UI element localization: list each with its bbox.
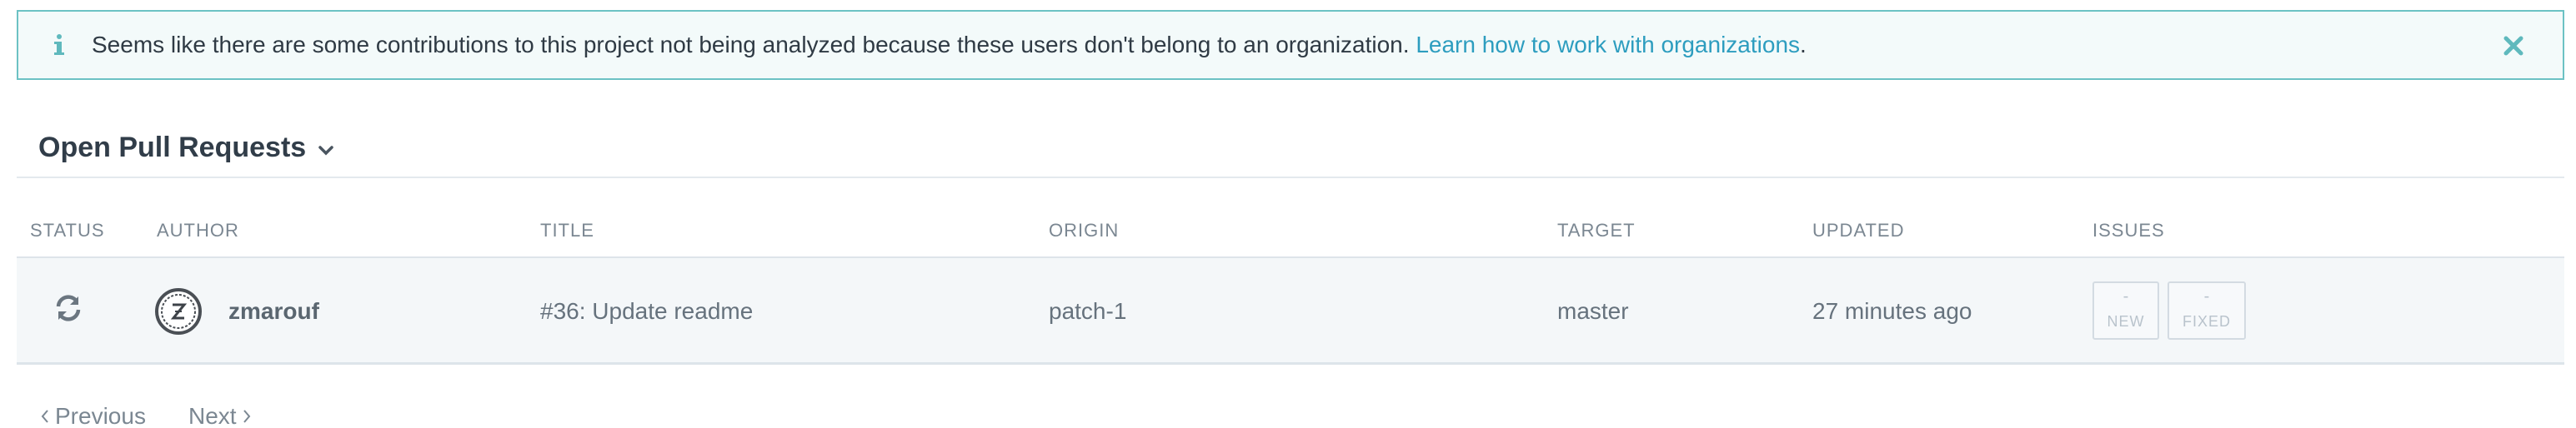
banner-suffix: . — [1800, 32, 1807, 57]
avatar-emblem-icon — [161, 294, 196, 329]
issues-new-badge[interactable]: - NEW — [2092, 281, 2159, 340]
next-page-button[interactable]: Next — [188, 403, 252, 428]
section-divider — [17, 177, 2564, 178]
issues-fixed-badge[interactable]: - FIXED — [2168, 281, 2246, 340]
sync-icon — [56, 295, 81, 321]
column-header-title: TITLE — [540, 220, 594, 241]
pr-title[interactable]: #36: Update readme — [540, 298, 753, 325]
previous-label: Previous — [55, 403, 146, 428]
column-header-target: TARGET — [1557, 220, 1636, 241]
issues-new-label: NEW — [2107, 313, 2145, 330]
table-row[interactable]: zmarouf #36: Update readme patch-1 maste… — [17, 256, 2564, 365]
updated-time: 27 minutes ago — [1812, 298, 1972, 324]
column-header-updated: UPDATED — [1812, 220, 1905, 241]
next-label: Next — [188, 403, 237, 428]
issues-fixed-label: FIXED — [2182, 313, 2231, 330]
learn-organizations-link[interactable]: Learn how to work with organizations — [1416, 32, 1800, 57]
section-title-dropdown[interactable]: Open Pull Requests — [38, 132, 334, 164]
column-header-status: STATUS — [30, 220, 105, 241]
issues-fixed-value: - — [2203, 287, 2210, 306]
chevron-left-icon — [41, 410, 48, 423]
info-icon — [54, 34, 64, 55]
previous-page-button[interactable]: Previous — [40, 403, 146, 428]
info-banner: Seems like there are some contributions … — [17, 10, 2564, 80]
target-branch: master — [1557, 298, 1629, 324]
origin-branch: patch-1 — [1049, 298, 1127, 324]
column-header-issues: ISSUES — [2092, 220, 2165, 241]
column-header-origin: ORIGIN — [1049, 220, 1120, 241]
banner-message: Seems like there are some contributions … — [92, 32, 1410, 57]
author-name[interactable]: zmarouf — [228, 298, 319, 325]
chevron-down-icon — [318, 145, 333, 155]
issues-new-value: - — [2122, 287, 2129, 306]
chevron-right-icon — [243, 410, 250, 423]
close-icon[interactable] — [2503, 35, 2524, 57]
banner-text: Seems like there are some contributions … — [92, 32, 1807, 58]
avatar[interactable] — [155, 288, 202, 335]
page-title: Open Pull Requests — [38, 132, 307, 163]
column-header-author: AUTHOR — [157, 220, 239, 241]
